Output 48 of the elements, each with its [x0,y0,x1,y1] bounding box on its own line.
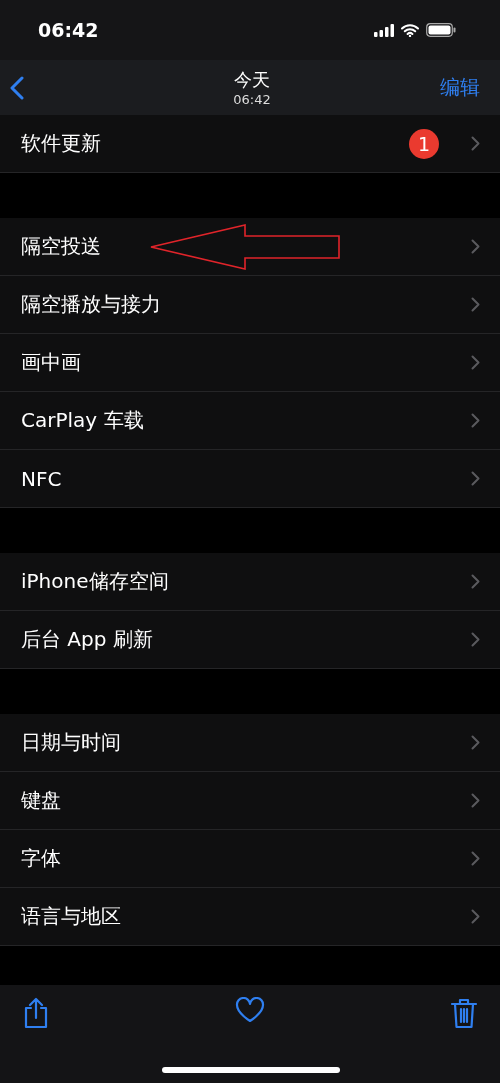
wifi-icon [401,23,419,37]
edit-button[interactable]: 编辑 [440,74,480,101]
status-time: 06:42 [38,19,99,41]
chevron-icon [471,793,480,808]
heart-icon[interactable] [235,997,265,1023]
chevron-icon [471,136,480,151]
settings-row[interactable]: 画中画 [0,334,500,392]
settings-row[interactable]: iPhone储存空间 [0,553,500,611]
settings-row[interactable]: 隔空播放与接力 [0,276,500,334]
settings-row[interactable]: 字体 [0,830,500,888]
nav-title: 今天 [234,68,270,92]
share-icon[interactable] [22,997,50,1029]
row-label: 画中画 [21,349,82,376]
settings-row[interactable]: 语言与地区 [0,888,500,946]
settings-row[interactable]: 键盘 [0,772,500,830]
row-label: iPhone储存空间 [21,568,170,595]
chevron-icon [471,471,480,486]
chevron-icon [471,909,480,924]
row-label: 后台 App 刷新 [21,626,154,653]
trash-icon[interactable] [450,997,478,1029]
chevron-icon [471,574,480,589]
badge-count: 1 [409,128,439,159]
chevron-icon [471,413,480,428]
settings-row[interactable]: 软件更新 1 [0,115,500,173]
row-label: 软件更新 [21,130,102,157]
nav-subtitle: 06:42 [233,92,271,107]
settings-row[interactable]: 日期与时间 [0,714,500,772]
row-label: NFC [21,466,63,491]
battery-icon [426,23,456,37]
row-label: 键盘 [21,787,62,814]
row-label: 语言与地区 [21,903,122,930]
row-label: CarPlay 车载 [21,407,145,434]
signal-icon [374,23,394,37]
settings-row[interactable]: NFC [0,450,500,508]
chevron-icon [471,239,480,254]
chevron-icon [471,355,480,370]
row-label: 隔空播放与接力 [21,291,162,318]
row-label: 字体 [21,845,62,872]
chevron-icon [471,735,480,750]
chevron-icon [471,632,480,647]
row-label: 隔空投送 [21,233,102,260]
row-label: 日期与时间 [21,729,122,756]
settings-row[interactable]: CarPlay 车载 [0,392,500,450]
chevron-icon [471,851,480,866]
chevron-icon [471,297,480,312]
settings-row[interactable]: 隔空投送 [0,218,500,276]
settings-row[interactable]: 后台 App 刷新 [0,611,500,669]
back-icon[interactable] [10,75,24,100]
